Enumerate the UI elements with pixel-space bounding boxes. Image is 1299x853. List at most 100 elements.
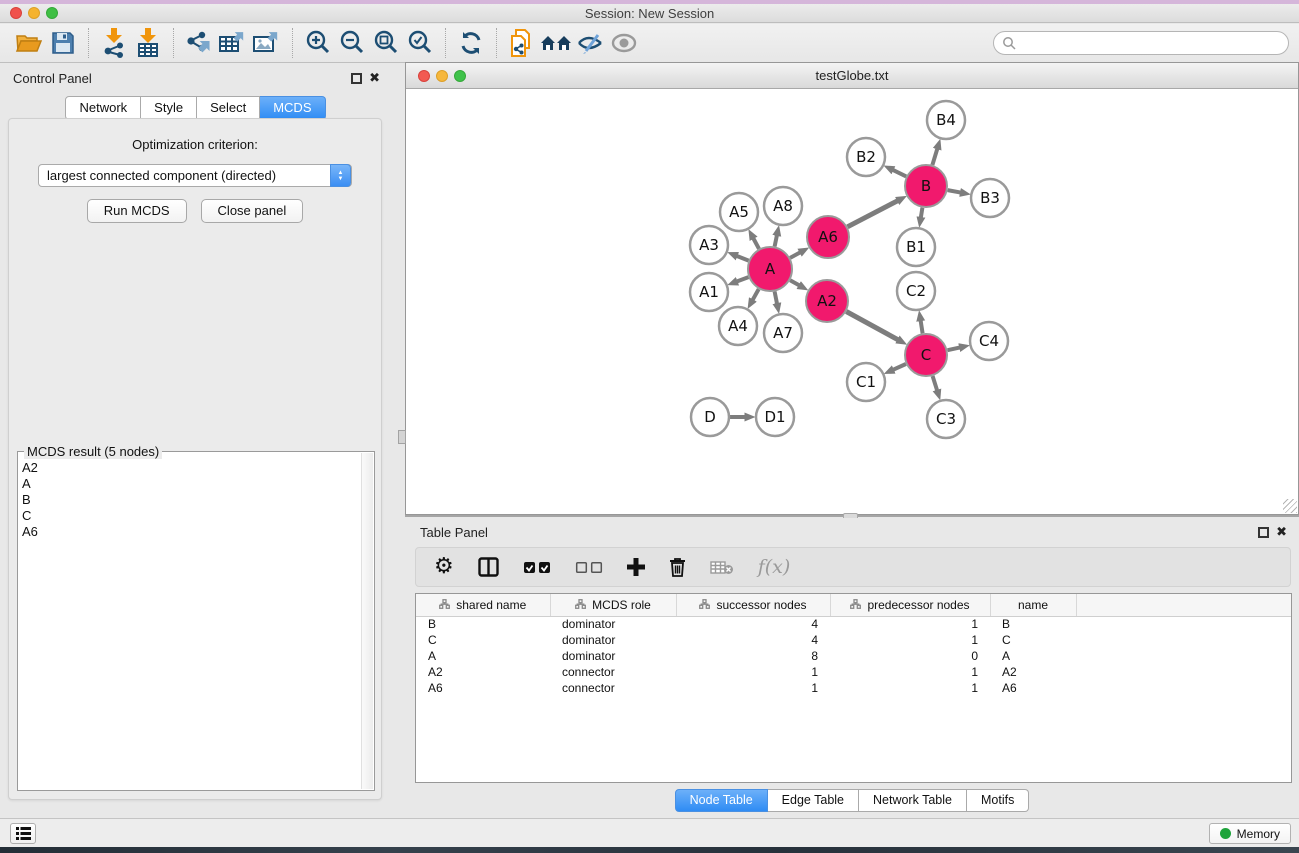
unchecked-boxes-icon[interactable] [575,553,603,581]
toolbar-separator [445,28,446,58]
float-panel-icon[interactable] [351,73,362,84]
svg-text:B3: B3 [980,189,1000,207]
svg-text:A1: A1 [699,283,719,301]
task-history-button[interactable] [10,823,36,844]
toolbar-separator [173,28,174,58]
network-window-title: testGlobe.txt [406,68,1298,83]
mcds-result-box: MCDS result (5 nodes) A2ABCA6 [17,451,375,791]
split-column-icon[interactable] [478,553,499,581]
table-toolbar: ⚙ f(x) [415,547,1291,587]
table-header-row: shared nameMCDS rolesuccessor nodesprede… [416,594,1291,616]
table-body: Bdominator41BCdominator41CAdominator80AA… [416,616,1291,696]
svg-text:C2: C2 [906,282,926,300]
network-view-window: testGlobe.txt AA1A2A3A4A5A6A7A8BB1B2B3B4… [405,62,1299,515]
column-header-shared-name[interactable]: shared name [416,594,550,616]
add-column-icon[interactable] [627,553,645,581]
attribute-tree-icon [439,598,450,612]
zoom-out-icon[interactable] [335,28,369,58]
table-row[interactable]: A6connector11A6 [416,680,1291,696]
column-header-successor-nodes[interactable]: successor nodes [676,594,830,616]
memory-button[interactable]: Memory [1209,823,1291,844]
import-table-icon[interactable] [131,28,165,58]
result-item[interactable]: C [22,508,360,524]
svg-text:A4: A4 [728,317,748,335]
control-panel-title: Control Panel [13,71,92,86]
column-header-predecessor-nodes[interactable]: predecessor nodes [830,594,990,616]
mcds-result-list[interactable]: A2ABCA6 [22,460,360,786]
result-item[interactable]: B [22,492,360,508]
close-panel-button[interactable]: Close panel [201,199,304,223]
toolbar-separator [88,28,89,58]
delete-table-icon[interactable] [710,553,734,581]
svg-text:C: C [921,346,931,364]
checked-boxes-icon[interactable] [523,553,551,581]
table-row[interactable]: Adominator80A [416,648,1291,664]
zoom-selected-icon[interactable] [403,28,437,58]
import-network-icon[interactable] [97,28,131,58]
search-input[interactable] [1016,33,1288,53]
app-title: Session: New Session [0,6,1299,21]
column-header-name[interactable]: name [990,594,1076,616]
tab-select[interactable]: Select [197,96,260,120]
tab-mcds[interactable]: MCDS [260,96,325,120]
network-graph[interactable]: AA1A2A3A4A5A6A7A8BB1B2B3B4CC1C2C3C4DD1 [406,89,1298,514]
run-mcds-button[interactable]: Run MCDS [87,199,187,223]
float-panel-icon[interactable] [1258,527,1269,538]
attribute-tree-icon [850,598,861,612]
close-panel-icon[interactable]: ✖ [369,70,380,86]
criterion-selected-value: largest connected component (directed) [47,168,276,183]
table-panel-tabs: Node TableEdge TableNetwork TableMotifs [405,789,1299,812]
export-network-icon[interactable] [182,28,216,58]
app-titlebar: Session: New Session [0,4,1299,23]
toolbar-separator [292,28,293,58]
trash-icon[interactable] [669,553,686,581]
save-session-icon[interactable] [46,28,80,58]
desktop-wallpaper-strip [0,847,1299,853]
table-panel: Table Panel ✖ ⚙ f(x) shared nameMCDS rol… [405,518,1299,815]
tab-motifs[interactable]: Motifs [967,789,1029,812]
svg-text:A8: A8 [773,197,793,215]
table-row[interactable]: Cdominator41C [416,632,1291,648]
copy-network-icon[interactable] [505,28,539,58]
network-window-titlebar[interactable]: testGlobe.txt [406,63,1298,89]
export-image-icon[interactable] [250,28,284,58]
result-scrollbar[interactable] [361,453,373,789]
svg-text:B4: B4 [936,111,956,129]
control-panel-header: Control Panel ✖ [0,63,391,91]
svg-text:A: A [765,260,776,278]
tab-edge-table[interactable]: Edge Table [768,789,859,812]
svg-text:B2: B2 [856,148,876,166]
tab-network[interactable]: Network [65,96,141,120]
hide-edges-icon[interactable] [573,28,607,58]
svg-text:C4: C4 [979,332,999,350]
split-pane-handle[interactable] [398,430,406,444]
result-item[interactable]: A2 [22,460,360,476]
svg-text:B1: B1 [906,238,926,256]
svg-text:A5: A5 [729,203,749,221]
refresh-layout-icon[interactable] [454,28,488,58]
open-file-icon[interactable] [12,28,46,58]
zoom-fit-icon[interactable] [369,28,403,58]
show-graphics-icon[interactable] [607,28,641,58]
table-row[interactable]: Bdominator41B [416,616,1291,632]
tab-network-table[interactable]: Network Table [859,789,967,812]
mcds-tab-content: Optimization criterion: largest connecte… [8,118,382,800]
result-item[interactable]: A6 [22,524,360,540]
resize-grip-icon[interactable] [1283,499,1297,513]
gear-icon[interactable]: ⚙ [434,553,454,581]
criterion-select[interactable]: largest connected component (directed) ▲… [38,164,352,187]
table-row[interactable]: A2connector11A2 [416,664,1291,680]
home-first-neighbors-icon[interactable] [539,28,573,58]
svg-text:A6: A6 [818,228,838,246]
attribute-tree-icon [699,598,710,612]
select-stepper-icon: ▲▼ [330,164,351,187]
close-panel-icon[interactable]: ✖ [1276,524,1287,540]
tab-style[interactable]: Style [141,96,197,120]
result-item[interactable]: A [22,476,360,492]
svg-text:C3: C3 [936,410,956,428]
export-table-icon[interactable] [216,28,250,58]
column-header-MCDS-role[interactable]: MCDS role [550,594,676,616]
search-field[interactable] [993,31,1289,55]
tab-node-table[interactable]: Node Table [675,789,768,812]
zoom-in-icon[interactable] [301,28,335,58]
